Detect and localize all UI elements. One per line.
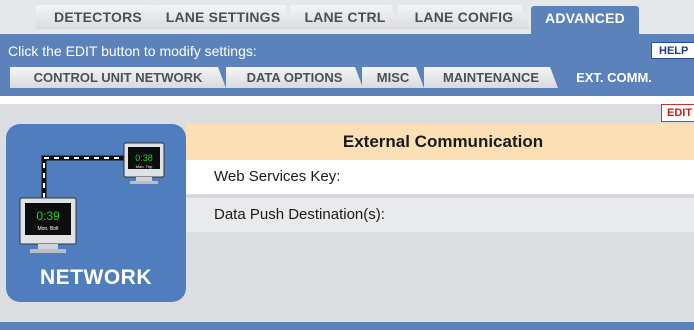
- divider: [0, 96, 694, 104]
- instruction-text: Click the EDIT button to modify settings…: [8, 43, 257, 59]
- subtab-maintenance[interactable]: MAINTENANCE: [424, 67, 558, 88]
- web-services-key-row: Web Services Key:: [186, 160, 694, 194]
- subtab-misc[interactable]: MISC: [362, 67, 424, 88]
- network-label: NETWORK: [40, 266, 152, 289]
- help-button[interactable]: HELP: [651, 42, 694, 59]
- large-monitor-caption: Mon. Bolt: [37, 226, 59, 232]
- tab-lane-ctrl[interactable]: LANE CTRL: [290, 5, 400, 29]
- large-monitor-time: 0:39: [36, 209, 60, 223]
- subtab-ext-comm[interactable]: EXT. COMM.: [560, 67, 668, 88]
- footer-bar: [0, 322, 694, 330]
- tab-lane-settings[interactable]: LANE SETTINGS: [152, 5, 294, 29]
- tab-detectors[interactable]: DETECTORS: [36, 5, 160, 29]
- tab-lane-config[interactable]: LANE CONFIG: [398, 5, 530, 29]
- top-tab-bar: DETECTORS LANE SETTINGS LANE CTRL LANE C…: [0, 0, 694, 34]
- subtab-control-unit-network[interactable]: CONTROL UNIT NETWORK: [10, 67, 226, 88]
- small-monitor-caption: Mon. Trip: [136, 164, 153, 169]
- small-monitor-time: 0:38: [135, 153, 153, 163]
- subtab-data-options[interactable]: DATA OPTIONS: [226, 67, 363, 88]
- row-divider: [186, 195, 694, 197]
- tab-advanced[interactable]: ADVANCED: [531, 6, 639, 34]
- external-comm-title: External Communication: [186, 124, 694, 160]
- data-push-destination-row: Data Push Destination(s):: [186, 198, 694, 232]
